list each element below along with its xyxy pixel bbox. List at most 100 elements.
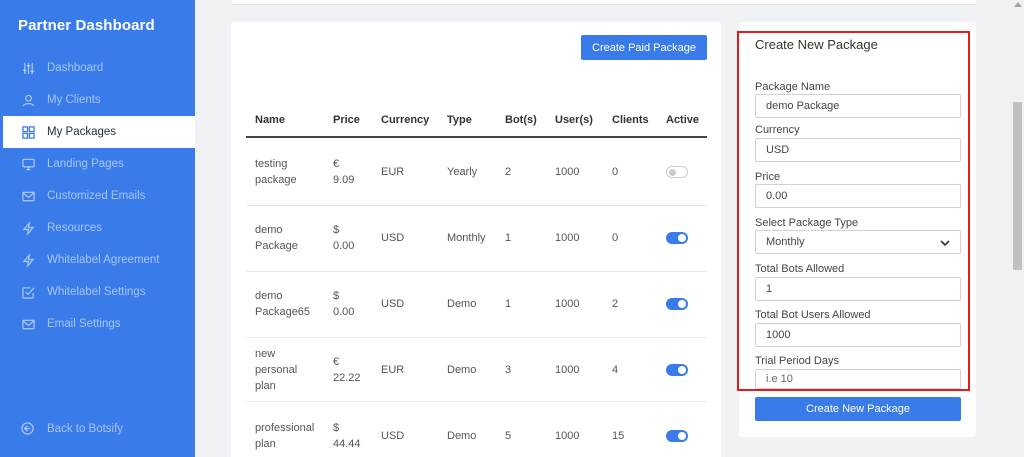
- package-clients: 4: [612, 364, 619, 376]
- sidebar-item-label: Resources: [47, 222, 102, 234]
- sidebar-item-resources[interactable]: Resources: [0, 212, 195, 244]
- sidebar-item-email-settings[interactable]: Email Settings: [0, 308, 195, 340]
- package-type-label: Select Package Type: [755, 217, 859, 229]
- package-type: Demo: [447, 430, 477, 442]
- package-name: demo Package: [255, 224, 298, 252]
- sidebar-nav: Dashboard My Clients My Packages Landing…: [0, 52, 195, 340]
- trial-period-label: Trial Period Days: [755, 355, 839, 367]
- sliders-icon: [21, 61, 35, 75]
- package-currency: USD: [381, 430, 405, 442]
- package-bots: 5: [505, 430, 512, 442]
- check-square-icon: [21, 285, 35, 299]
- sidebar-item-landing-pages[interactable]: Landing Pages: [0, 148, 195, 180]
- currency-input[interactable]: USD: [755, 138, 961, 162]
- package-bots: 2: [505, 166, 512, 178]
- table-header: Name Price Currency Type Bot(s) User(s) …: [246, 108, 707, 138]
- create-new-package-button[interactable]: Create New Package: [755, 397, 961, 421]
- active-toggle[interactable]: [666, 166, 688, 178]
- table-row: testing package € 9.09 EUR Yearly 2 1000…: [246, 140, 707, 206]
- package-clients: 2: [612, 298, 619, 310]
- package-name: demo Package65: [255, 290, 311, 318]
- active-toggle[interactable]: [666, 232, 688, 244]
- back-to-botsify-link[interactable]: Back to Botsify: [21, 422, 123, 436]
- column-header: Active: [666, 114, 700, 126]
- package-currency: EUR: [381, 364, 405, 376]
- package-type-value: Monthly: [766, 236, 805, 248]
- column-header: Clients: [612, 114, 649, 126]
- active-toggle[interactable]: [666, 364, 688, 376]
- sidebar-item-label: Email Settings: [47, 318, 121, 330]
- package-bots: 1: [505, 232, 512, 244]
- package-name-label: Package Name: [755, 81, 831, 93]
- zap-icon: [21, 221, 35, 235]
- package-name: professional plan: [255, 422, 315, 450]
- package-name-input[interactable]: demo Package: [755, 94, 961, 118]
- total-bots-label: Total Bots Allowed: [755, 263, 845, 275]
- package-type: Demo: [447, 364, 477, 376]
- column-header: Currency: [381, 114, 430, 126]
- chevron-down-icon: [940, 238, 950, 250]
- sidebar-item-label: Customized Emails: [47, 190, 146, 202]
- package-users: 1000: [555, 364, 580, 376]
- brand-title: Partner Dashboard: [18, 17, 155, 34]
- sidebar-item-label: Whitelabel Agreement: [47, 254, 160, 266]
- packages-card: Create Paid Package Name Price Currency …: [231, 22, 721, 457]
- sidebar-item-whitelabel-agreement[interactable]: Whitelabel Agreement: [0, 244, 195, 276]
- sidebar-item-dashboard[interactable]: Dashboard: [0, 52, 195, 84]
- sidebar-item-customized-emails[interactable]: Customized Emails: [0, 180, 195, 212]
- package-price: $ 0.00: [333, 224, 355, 252]
- trial-period-input[interactable]: i.e 10: [755, 369, 961, 389]
- package-users: 1000: [555, 166, 580, 178]
- price-label: Price: [755, 171, 781, 183]
- sidebar-item-label: My Clients: [47, 94, 101, 106]
- package-price: € 9.09: [333, 158, 355, 186]
- table-row: demo Package65 $ 0.00 USD Demo 1 1000 2: [246, 272, 707, 338]
- table-row: new personal plan € 22.22 EUR Demo 3 100…: [246, 338, 707, 402]
- zap-icon: [21, 253, 35, 267]
- package-users: 1000: [555, 430, 580, 442]
- package-type-select[interactable]: Monthly: [755, 230, 961, 254]
- user-icon: [21, 93, 35, 107]
- table-row: demo Package $ 0.00 USD Monthly 1 1000 0: [246, 206, 707, 272]
- package-clients: 15: [612, 430, 625, 442]
- arrow-left-circle-icon: [21, 422, 35, 436]
- total-bot-users-input[interactable]: 1000: [755, 323, 961, 347]
- total-bot-users-label: Total Bot Users Allowed: [755, 309, 871, 321]
- package-users: 1000: [555, 298, 580, 310]
- currency-label: Currency: [755, 124, 800, 136]
- sidebar-item-my-packages[interactable]: My Packages: [0, 116, 195, 148]
- active-toggle[interactable]: [666, 298, 688, 310]
- column-header: Name: [255, 114, 285, 126]
- column-header: Price: [333, 114, 360, 126]
- package-name: new personal plan: [255, 348, 298, 392]
- monitor-icon: [21, 157, 35, 171]
- package-users: 1000: [555, 232, 580, 244]
- sidebar-item-label: My Packages: [47, 126, 117, 138]
- sidebar-item-label: Dashboard: [47, 62, 104, 74]
- price-input[interactable]: 0.00: [755, 184, 961, 208]
- sidebar-item-label: Whitelabel Settings: [47, 286, 146, 298]
- column-header: Bot(s): [505, 114, 537, 126]
- top-card: [232, 0, 976, 5]
- package-clients: 0: [612, 232, 619, 244]
- package-name: testing package: [255, 158, 297, 186]
- package-type: Demo: [447, 298, 477, 310]
- scrollbar-thumb[interactable]: [1013, 102, 1022, 270]
- total-bots-input[interactable]: 1: [755, 277, 961, 301]
- package-bots: 3: [505, 364, 512, 376]
- package-bots: 1: [505, 298, 512, 310]
- mail-icon: [21, 189, 35, 203]
- create-paid-package-button[interactable]: Create Paid Package: [581, 35, 707, 60]
- sidebar-item-whitelabel-settings[interactable]: Whitelabel Settings: [0, 276, 195, 308]
- column-header: Type: [447, 114, 472, 126]
- sidebar-item-my-clients[interactable]: My Clients: [0, 84, 195, 116]
- sidebar-item-label: Landing Pages: [47, 158, 124, 170]
- package-currency: EUR: [381, 166, 405, 178]
- package-type: Monthly: [447, 232, 486, 244]
- form-title: Create New Package: [755, 37, 878, 52]
- scroll-up-arrow-icon[interactable]: [1014, 2, 1022, 7]
- active-toggle[interactable]: [666, 430, 688, 442]
- package-type: Yearly: [447, 166, 478, 178]
- package-currency: USD: [381, 298, 405, 310]
- mail-icon: [21, 317, 35, 331]
